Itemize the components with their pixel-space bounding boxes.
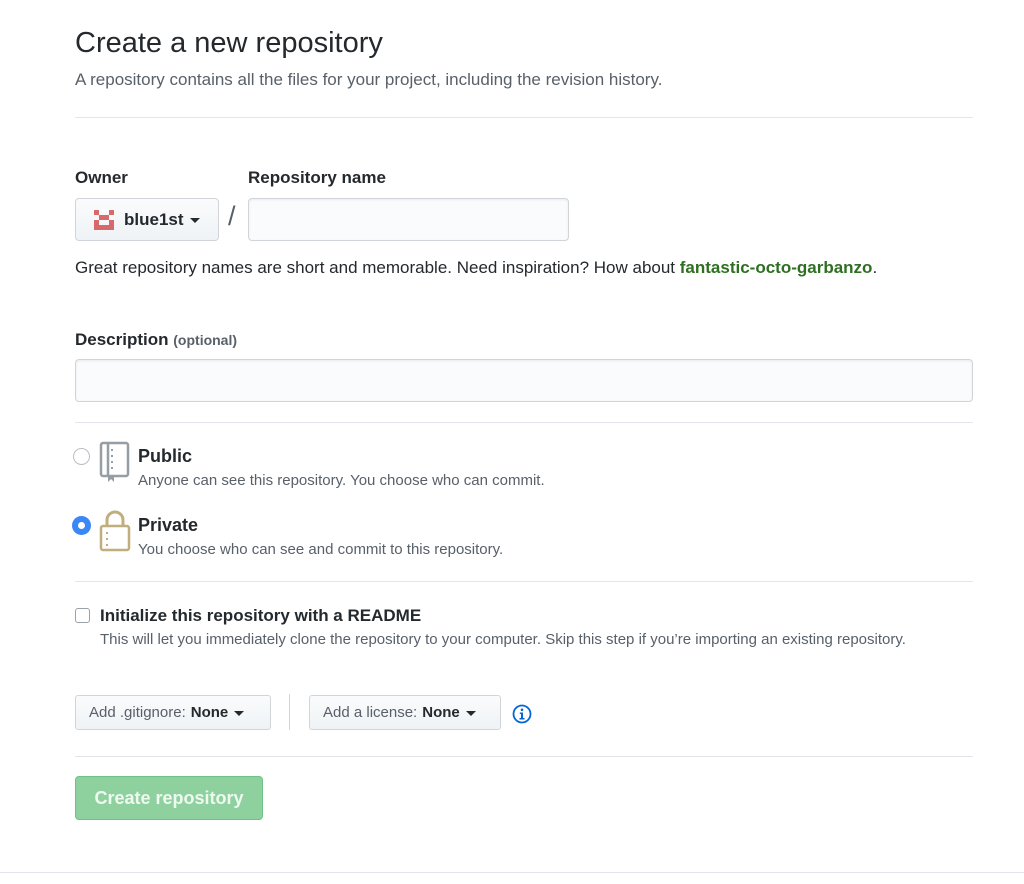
repo-name-label: Repository name bbox=[248, 168, 386, 187]
vertical-divider bbox=[289, 694, 290, 730]
help-period: . bbox=[872, 258, 878, 277]
public-description: Anyone can see this repository. You choo… bbox=[138, 472, 545, 489]
name-suggestion-help: Great repository names are short and mem… bbox=[75, 254, 905, 281]
page-subtitle: A repository contains all the files for … bbox=[75, 70, 663, 89]
private-description: You choose who can see and commit to thi… bbox=[138, 541, 504, 558]
gitignore-value: None bbox=[190, 704, 229, 721]
page-title: Create a new repository bbox=[75, 27, 383, 59]
owner-repo-separator: / bbox=[228, 201, 236, 231]
license-select-button[interactable]: Add a license: None bbox=[309, 695, 501, 730]
license-label: Add a license: bbox=[323, 704, 418, 721]
description-label: Description (optional) bbox=[75, 330, 237, 350]
public-title: Public bbox=[138, 446, 193, 466]
divider bbox=[75, 581, 973, 582]
caret-down-icon bbox=[465, 711, 476, 716]
private-radio[interactable] bbox=[73, 517, 90, 534]
caret-down-icon bbox=[189, 218, 200, 223]
description-input[interactable] bbox=[75, 359, 973, 402]
optional-hint: (optional) bbox=[173, 332, 238, 348]
public-radio[interactable] bbox=[73, 448, 90, 465]
caret-down-icon bbox=[234, 711, 245, 716]
owner-select-button[interactable]: blue1st bbox=[75, 198, 219, 241]
footer-divider bbox=[0, 872, 1024, 873]
suggested-name[interactable]: fantastic-octo-garbanzo bbox=[680, 258, 873, 277]
divider bbox=[75, 422, 973, 423]
lock-icon bbox=[99, 510, 131, 552]
gitignore-label: Add .gitignore: bbox=[89, 704, 186, 721]
private-title: Private bbox=[138, 515, 199, 535]
help-text: Great repository names are short and mem… bbox=[75, 258, 680, 277]
repo-name-input[interactable] bbox=[248, 198, 569, 241]
repo-book-icon bbox=[99, 441, 130, 482]
create-repository-button[interactable]: Create repository bbox=[75, 776, 263, 820]
avatar bbox=[94, 209, 114, 230]
readme-description: This will let you immediately clone the … bbox=[100, 631, 906, 648]
divider bbox=[75, 117, 973, 118]
description-label-text: Description bbox=[75, 330, 169, 349]
gitignore-select-button[interactable]: Add .gitignore: None bbox=[75, 695, 271, 730]
owner-name: blue1st bbox=[124, 209, 184, 229]
readme-checkbox[interactable] bbox=[75, 608, 90, 623]
license-value: None bbox=[422, 704, 460, 721]
info-icon[interactable] bbox=[512, 704, 532, 724]
owner-label: Owner bbox=[75, 168, 128, 187]
readme-title: Initialize this repository with a README bbox=[100, 606, 422, 625]
divider bbox=[75, 756, 973, 757]
